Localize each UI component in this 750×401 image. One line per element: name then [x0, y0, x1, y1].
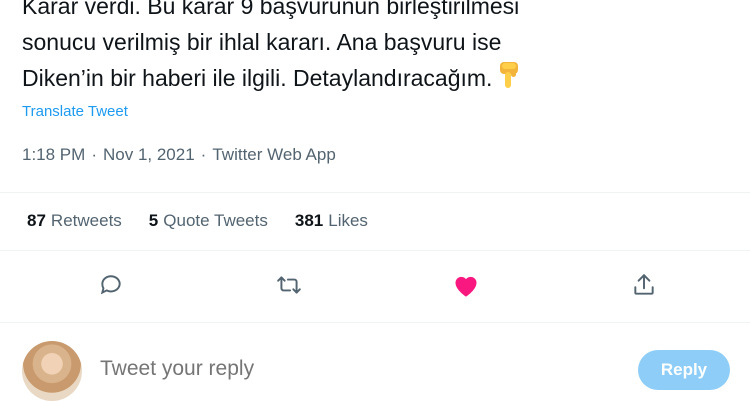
tweet-date[interactable]: Nov 1, 2021 [103, 145, 195, 165]
tweet-text: Karar verdi. Bu karar 9 başvurunun birle… [22, 0, 722, 100]
tweet-text-line-last: Diken’in bir haberi ile ilgili. Detaylan… [22, 60, 722, 100]
reply-composer: Reply [0, 335, 750, 401]
retweets-count: 87 [27, 211, 46, 230]
tweet-source[interactable]: Twitter Web App [212, 145, 335, 165]
like-heart-icon [452, 272, 480, 303]
quote-tweets-count: 5 [148, 211, 159, 230]
tweet-text-line: Diken’in bir haberi ile ilgili. Detaylan… [22, 65, 493, 91]
like-button[interactable] [451, 272, 481, 302]
retweet-icon [275, 272, 303, 303]
tweet-time[interactable]: 1:18 PM [22, 145, 85, 165]
avatar [22, 341, 82, 401]
likes-count: 381 [294, 211, 324, 230]
reply-submit-button[interactable]: Reply [638, 350, 730, 390]
share-button[interactable] [629, 272, 659, 302]
retweets-label: Retweets [50, 211, 122, 230]
divider [0, 322, 750, 323]
divider [0, 250, 750, 251]
likes-stat[interactable]: 381 Likes [295, 211, 368, 231]
share-icon [631, 272, 657, 303]
reply-input[interactable] [100, 357, 500, 381]
quote-tweets-label: Quote Tweets [163, 211, 268, 230]
reply-button[interactable] [96, 272, 126, 302]
meta-separator: · [91, 145, 97, 164]
quote-tweets-stat[interactable]: 5 Quote Tweets [149, 211, 268, 231]
engagement-stats: 87 Retweets 5 Quote Tweets 381 Likes [27, 211, 368, 231]
tweet-actions [0, 270, 750, 306]
translate-tweet-link[interactable]: Translate Tweet [22, 103, 128, 120]
tweet-text-line: sonucu verilmiş bir ihlal kararı. Ana ba… [22, 29, 502, 55]
retweet-button[interactable] [274, 272, 304, 302]
likes-label: Likes [328, 211, 368, 230]
divider [0, 192, 750, 193]
reply-icon [98, 272, 124, 303]
meta-separator: · [200, 145, 207, 164]
tweet-text-line: Karar verdi. Bu karar 9 başvurunun birle… [22, 0, 520, 19]
tweet-metadata: 1:18 PM · Nov 1, 2021 · Twitter Web App [22, 145, 336, 165]
retweets-stat[interactable]: 87 Retweets [27, 211, 122, 231]
pointing-down-hand-icon [496, 60, 522, 100]
